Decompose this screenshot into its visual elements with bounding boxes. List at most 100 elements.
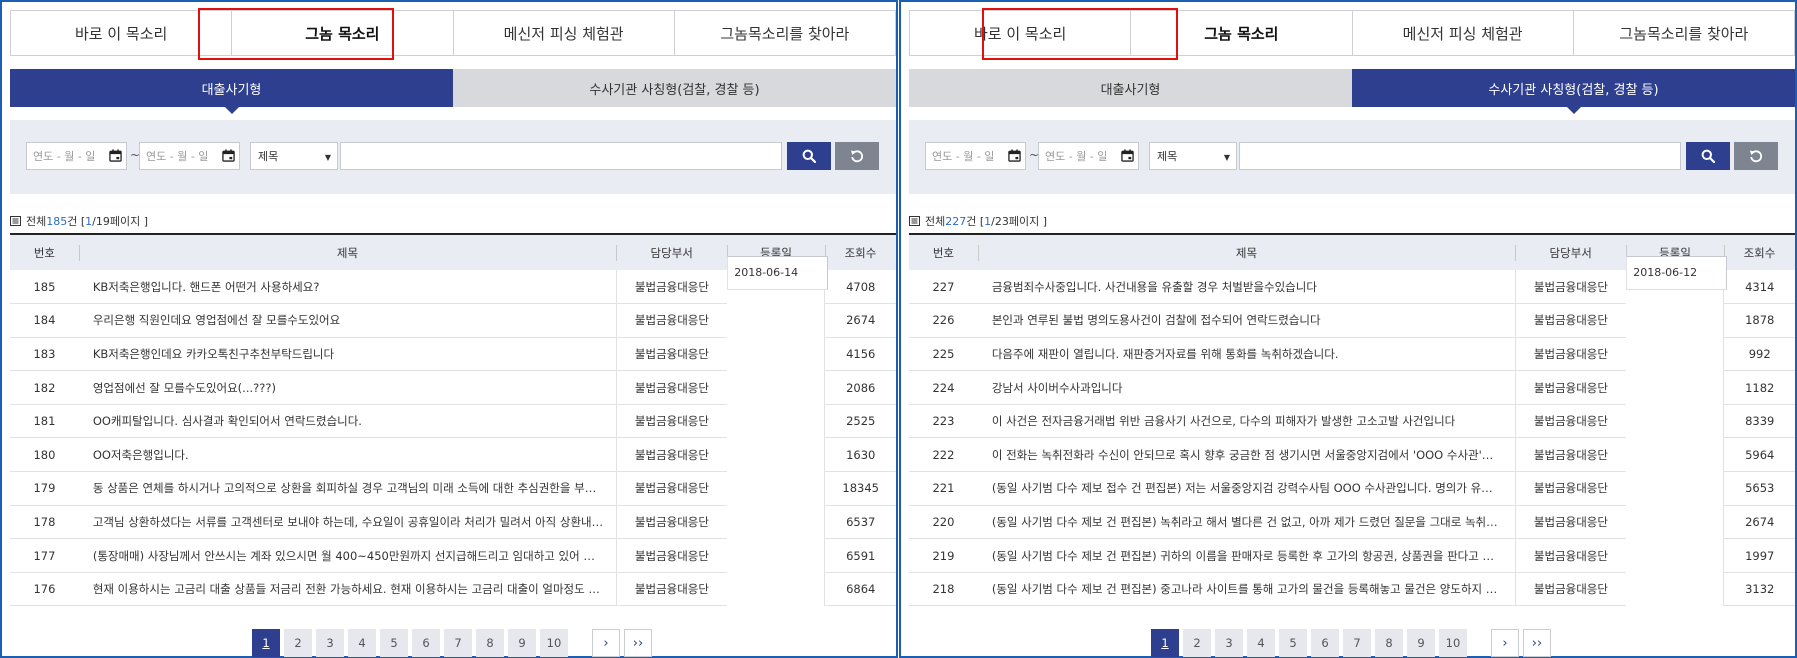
table-row[interactable]: 179 동 상품은 연체를 하시거나 고의적으로 상환을 회피하실 경우 고객님의… xyxy=(10,256,896,506)
page-10-button[interactable]: 10 xyxy=(540,629,568,657)
tab-messenger-phishing[interactable]: 메신저 피싱 체험관 xyxy=(453,11,675,55)
row-title-link[interactable]: (통장매매) 사장님께서 안쓰시는 계좌 있으시면 월 400~450만원까지 … xyxy=(78,538,617,573)
table-row[interactable]: 224강남서 사이버수사과입니다불법금융대응단2020-12-071182 xyxy=(909,256,1795,405)
subtab-agency-impersonation[interactable]: 수사기관 사칭형(검찰, 경찰 등) xyxy=(1352,69,1795,114)
start-date-input[interactable]: 연도 - 월 - 일 xyxy=(26,142,127,170)
page-7-button[interactable]: 7 xyxy=(444,629,472,657)
row-title-link[interactable]: KB저축은행입니다. 핸드폰 어떤거 사용하세요? xyxy=(78,270,617,305)
tab-this-voice[interactable]: 바로 이 목소리 xyxy=(11,11,233,55)
calendar-icon[interactable] xyxy=(222,149,235,162)
table-row[interactable]: 222 이 전화는 녹취전화라 수신이 안되므로 혹시 향후 궁금한 점 생기시면… xyxy=(909,256,1795,473)
date-placeholder: 연도 - 월 - 일 xyxy=(1045,150,1108,163)
table-row[interactable]: 178 고객님 상환하셨다는 서류를 고객센터로 보내야 하는데, 수요일이 공휴… xyxy=(10,256,896,540)
table-row[interactable]: 176 현재 이용하시는 고금리 대출 상품들 저금리 전환 가능하세요. 현재 … xyxy=(10,256,896,607)
table-row[interactable]: 181 OO캐피탈입니다. 심사결과 확인되어서 연락드렸습니다. 불법금융대응단 2… xyxy=(10,256,896,439)
tab-find-the-voice[interactable]: 그놈목소리를 찾아라 xyxy=(1573,11,1794,55)
page-6-button[interactable]: 6 xyxy=(412,629,440,657)
search-field-select[interactable]: 제목 ▼ xyxy=(250,142,338,170)
table-row[interactable]: 183KB저축은행인데요 카카오톡친구추천부탁드립니다불법금융대응단2020-1… xyxy=(10,256,896,372)
row-title-link[interactable]: OO캐피탈입니다. 심사결과 확인되어서 연락드렸습니다. xyxy=(78,404,617,439)
page-5-button[interactable]: 5 xyxy=(1279,629,1307,657)
table-row[interactable]: 219 (동일 사기범 다수 제보 건 편집본) 귀하의 이름을 판매자로 등록한… xyxy=(909,256,1795,573)
page-4-button[interactable]: 4 xyxy=(348,629,376,657)
pagination: 1 2 3 4 5 6 7 8 9 10 › ›› xyxy=(1151,629,1555,657)
page-7-button[interactable]: 7 xyxy=(1343,629,1371,657)
row-title-link[interactable]: 현재 이용하시는 고금리 대출 상품들 저금리 전환 가능하세요. 현재 이용하… xyxy=(78,572,617,607)
end-date-input[interactable]: 연도 - 월 - 일 xyxy=(139,142,240,170)
double-chevron-right-icon[interactable]: ›› xyxy=(624,629,652,657)
table-row[interactable]: 184우리은행 직원인데요 영업점에선 잘 모를수도있어요불법금융대응단2020… xyxy=(10,256,896,338)
subtab-agency-impersonation[interactable]: 수사기관 사칭형(검찰, 경찰 등) xyxy=(453,69,896,107)
page-2-button[interactable]: 2 xyxy=(1183,629,1211,657)
table-row[interactable]: 221 (동일 사기범 다수 제보 접수 건 편집본) 저는 서울중앙지검 강력수… xyxy=(909,256,1795,506)
table-row[interactable]: 223 이 사건은 전자금융거래법 위반 금융사기 사건으로, 다수의 피해자가 … xyxy=(909,256,1795,439)
page-5-button[interactable]: 5 xyxy=(380,629,408,657)
search-area: 연도 - 월 - 일 ~ 연도 - 월 - 일 제목 ▼ xyxy=(10,120,896,194)
page-1-button[interactable]: 1 xyxy=(1151,629,1179,657)
table-row[interactable]: 225 다음주에 재판이 열립니다. 재판증거자료를 위해 통화를 녹취하겠습니다… xyxy=(909,256,1795,372)
page-3-button[interactable]: 3 xyxy=(316,629,344,657)
table-row[interactable]: 177 (통장매매) 사장님께서 안쓰시는 계좌 있으시면 월 400~450만원… xyxy=(10,256,896,573)
row-title-link[interactable]: 동 상품은 연체를 하시거나 고의적으로 상환을 회피하실 경우 고객님의 미래… xyxy=(78,471,617,506)
chevron-right-icon[interactable]: › xyxy=(1491,629,1519,657)
page-9-button[interactable]: 9 xyxy=(1407,629,1435,657)
start-date-input[interactable]: 연도 - 월 - 일 xyxy=(925,142,1026,170)
table-row[interactable]: 182영업점에선 잘 모를수도있어요(...???)불법금융대응단2020-12… xyxy=(10,256,896,405)
row-title-link[interactable]: 이 전화는 녹취전화라 수신이 안되므로 혹시 향후 궁금한 점 생기시면 서울… xyxy=(977,437,1516,473)
calendar-icon[interactable] xyxy=(1008,149,1021,162)
calendar-icon[interactable] xyxy=(1121,149,1134,162)
tab-messenger-phishing[interactable]: 메신저 피싱 체험관 xyxy=(1352,11,1574,55)
row-title-link[interactable]: 이 사건은 전자금융거래법 위반 금융사기 사건으로, 다수의 피해자가 발생한… xyxy=(977,404,1516,439)
row-department: 불법금융대응단 xyxy=(1514,270,1627,305)
calendar-icon[interactable] xyxy=(109,149,122,162)
double-chevron-right-icon[interactable]: ›› xyxy=(1523,629,1551,657)
row-title-link[interactable]: (동일 사기범 다수 제보 접수 건 편집본) 저는 서울중앙지검 강력수사팀 … xyxy=(977,471,1516,506)
chevron-right-icon[interactable]: › xyxy=(592,629,620,657)
search-input[interactable] xyxy=(340,142,782,170)
row-title-link[interactable]: 고객님 상환하셨다는 서류를 고객센터로 보내야 하는데, 수요일이 공휴일이라… xyxy=(78,505,617,540)
page-8-button[interactable]: 8 xyxy=(476,629,504,657)
table-row[interactable]: 220 (동일 사기범 다수 제보 건 편집본) 녹취라고 해서 별다른 건 없고… xyxy=(909,256,1795,540)
row-views: 6537 xyxy=(824,505,896,540)
row-title-link[interactable]: 강남서 사이버수사과입니다 xyxy=(977,370,1516,405)
page-1-button[interactable]: 1 xyxy=(252,629,280,657)
page-total: /23페이지 ] xyxy=(991,215,1048,228)
search-field-select[interactable]: 제목 ▼ xyxy=(1149,142,1237,170)
page-4-button[interactable]: 4 xyxy=(1247,629,1275,657)
page-3-button[interactable]: 3 xyxy=(1215,629,1243,657)
subtab-loan-fraud[interactable]: 대출사기형 xyxy=(909,69,1352,107)
row-title-link[interactable]: 본인과 연루된 불법 명의도용사건이 검찰에 접수되어 연락드렸습니다 xyxy=(977,303,1516,338)
table-row[interactable]: 218 (동일 사기범 다수 제보 건 편집본) 중고나라 사이트를 통해 고가의… xyxy=(909,256,1795,607)
row-title-link[interactable]: KB저축은행인데요 카카오톡친구추천부탁드립니다 xyxy=(78,337,617,372)
search-button[interactable] xyxy=(1686,142,1730,170)
select-value: 제목 xyxy=(258,150,279,163)
row-title-link[interactable]: 금융범죄수사중입니다. 사건내용을 유출할 경우 처벌받을수있습니다 xyxy=(977,270,1516,305)
row-number: 184 xyxy=(10,303,79,338)
search-button[interactable] xyxy=(787,142,831,170)
page-2-button[interactable]: 2 xyxy=(284,629,312,657)
search-input[interactable] xyxy=(1239,142,1681,170)
page-9-button[interactable]: 9 xyxy=(508,629,536,657)
page-8-button[interactable]: 8 xyxy=(1375,629,1403,657)
row-title-link[interactable]: (동일 사기범 다수 제보 건 편집본) 중고나라 사이트를 통해 고가의 물건… xyxy=(977,572,1516,607)
tab-this-voice[interactable]: 바로 이 목소리 xyxy=(910,11,1132,55)
row-title-link[interactable]: 우리은행 직원인데요 영업점에선 잘 모를수도있어요 xyxy=(78,303,617,338)
page-6-button[interactable]: 6 xyxy=(1311,629,1339,657)
end-date-input[interactable]: 연도 - 월 - 일 xyxy=(1038,142,1139,170)
row-number: 178 xyxy=(10,505,79,540)
row-title-link[interactable]: OO저축은행입니다. xyxy=(78,437,617,473)
reset-button[interactable] xyxy=(835,142,879,170)
tab-find-the-voice[interactable]: 그놈목소리를 찾아라 xyxy=(674,11,895,55)
row-title-link[interactable]: (동일 사기범 다수 제보 건 편집본) 녹취라고 해서 별다른 건 없고, 아… xyxy=(977,505,1516,540)
page-10-button[interactable]: 10 xyxy=(1439,629,1467,657)
row-title-link[interactable]: 영업점에선 잘 모를수도있어요(...???) xyxy=(78,370,617,405)
subtab-loan-fraud[interactable]: 대출사기형 xyxy=(10,69,453,114)
table-row[interactable]: 226 본인과 연루된 불법 명의도용사건이 검찰에 접수되어 연락드렸습니다 불법… xyxy=(909,256,1795,338)
row-title-link[interactable]: (동일 사기범 다수 제보 건 편집본) 귀하의 이름을 판매자로 등록한 후 … xyxy=(977,538,1516,573)
tab-that-voice[interactable]: 그놈 목소리 xyxy=(1131,11,1353,55)
tab-that-voice[interactable]: 그놈 목소리 xyxy=(232,11,454,55)
row-title-link[interactable]: 다음주에 재판이 열립니다. 재판증거자료를 위해 통화를 녹취하겠습니다. xyxy=(977,337,1516,372)
table-row[interactable]: 180OO저축은행입니다.불법금융대응단2020-12-071630 xyxy=(10,256,896,473)
reset-button[interactable] xyxy=(1734,142,1778,170)
caret-down-icon: ▼ xyxy=(324,153,331,162)
